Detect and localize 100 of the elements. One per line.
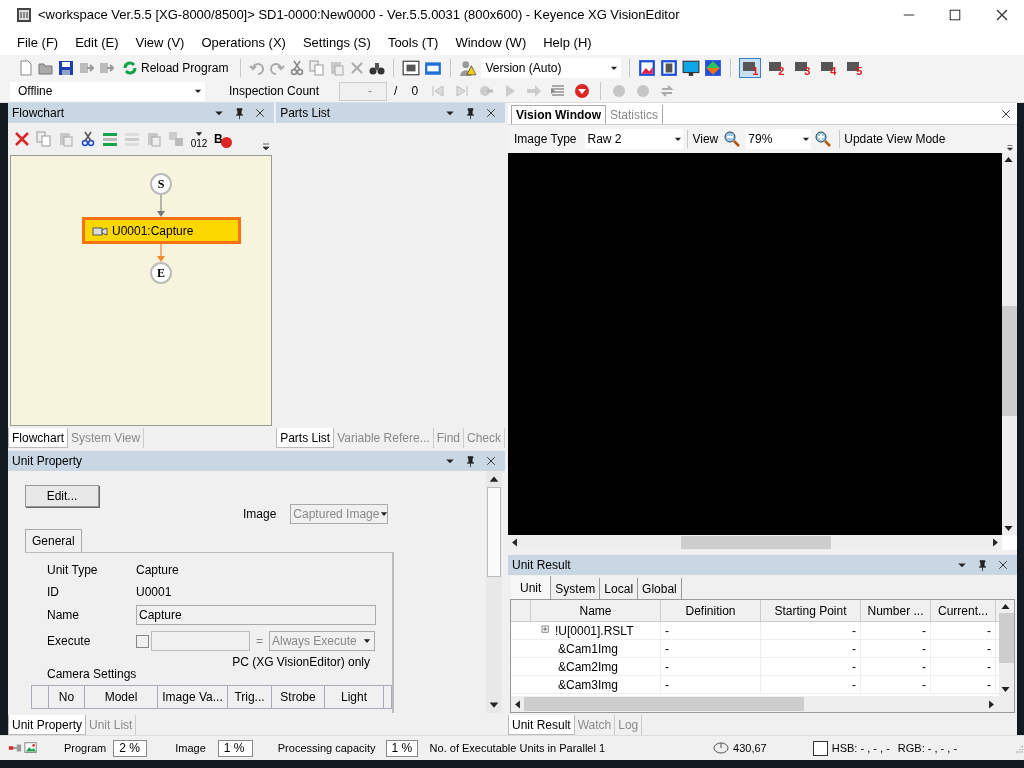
inspection-count-label: Inspection Count (229, 83, 320, 100)
film-icon[interactable] (402, 58, 421, 77)
column-header: Starting Point (761, 600, 861, 621)
status-label: Image (175, 740, 206, 756)
table-cell-text: - (922, 640, 926, 658)
column-header: Model (85, 686, 158, 708)
breakpoint-button[interactable]: B (214, 130, 232, 148)
menu-item[interactable]: Window (W) (455, 32, 527, 53)
panel-tab[interactable]: Unit Property (8, 715, 87, 735)
save-icon[interactable] (58, 59, 74, 76)
pin-icon[interactable] (976, 558, 989, 572)
scroll-thumb[interactable] (524, 697, 804, 711)
close-icon[interactable] (485, 107, 497, 119)
dot-icon[interactable] (611, 83, 628, 99)
warning-user-icon[interactable] (459, 58, 478, 77)
status-value: 1 % (217, 739, 253, 757)
table-cell-text: - (922, 622, 926, 640)
stop-icon[interactable] (574, 83, 591, 99)
image-window-icon[interactable] (638, 58, 657, 77)
cross-icon[interactable] (14, 131, 30, 147)
scrollbar[interactable] (511, 696, 1014, 712)
vision-tab[interactable]: Vision Window (511, 105, 606, 124)
cut-icon[interactable] (80, 131, 96, 147)
color-diamond-icon[interactable] (704, 58, 723, 77)
menu-item[interactable]: Edit (E) (75, 32, 119, 53)
insert-icon[interactable] (102, 131, 118, 147)
condition-field[interactable] (151, 631, 250, 651)
status-text: No. of Executable Units in Parallel 1 (429, 740, 606, 756)
equals-sign: = (256, 633, 263, 650)
menu-item[interactable]: Settings (S) (302, 32, 371, 53)
field-label: Name (47, 607, 80, 624)
reload-button[interactable]: Reload Program (118, 58, 233, 77)
scissors-icon[interactable] (289, 59, 306, 76)
zoom-in-icon[interactable] (815, 131, 832, 147)
result-tab[interactable]: Unit (511, 576, 552, 599)
menu-item[interactable]: Help (H) (543, 32, 592, 53)
vision-tab[interactable]: Statistics (606, 105, 664, 124)
name-field[interactable]: Capture (136, 605, 376, 625)
update-view-button[interactable]: Update View Mode (844, 130, 946, 148)
panel-tab[interactable]: Unit Result (508, 715, 575, 735)
zoom-dropdown[interactable]: 79% (746, 129, 812, 149)
end-node[interactable]: E (150, 262, 172, 284)
maximize-icon[interactable] (948, 8, 962, 22)
scrollbar[interactable] (486, 471, 502, 713)
column-header: Trig... (228, 686, 272, 708)
edit-button[interactable]: Edit... (25, 485, 99, 507)
window-title: <workspace Ver.5.5 [XG-8000/8500]> SD1-0000:New0000 - Ver.5.5.0031 (800x600) - Keyence XG VisionEditor (38, 6, 681, 25)
scroll-thumb[interactable] (487, 487, 501, 577)
panel-window-icon[interactable] (660, 58, 679, 77)
section-label: Camera Settings (47, 666, 138, 683)
close-icon[interactable] (485, 455, 497, 467)
column-header: Image Va... (158, 686, 228, 708)
photo-icon (24, 741, 38, 755)
scroll-thumb[interactable] (999, 613, 1014, 663)
column-header: Light (325, 686, 384, 708)
close-icon[interactable] (254, 107, 267, 119)
field-label: Unit Type (47, 562, 99, 579)
table-cell-text: - (665, 640, 669, 658)
menu-item[interactable]: View (V) (135, 32, 185, 53)
numbering-button[interactable]: 012 (190, 129, 208, 149)
close-icon[interactable] (997, 559, 1009, 571)
table-cell-text: - (852, 658, 856, 676)
table-cell-text: - (665, 622, 669, 640)
image-type-dropdown[interactable]: Raw 2 (585, 129, 684, 149)
table-cell-text: - (987, 622, 991, 640)
mode-dropdown[interactable]: Offline (10, 81, 205, 101)
column-header: Definition (661, 600, 761, 621)
table-cell-text: - (987, 676, 991, 694)
overflow-icon[interactable] (1005, 143, 1015, 153)
version-dropdown[interactable]: Version (Auto) (481, 57, 622, 78)
view-label: View (692, 131, 719, 148)
unit-node[interactable]: U0001:Capture (82, 217, 241, 244)
execute-checkbox[interactable] (136, 634, 149, 648)
list-icon[interactable] (550, 83, 567, 99)
rgb-value: RGB: - , - , - (897, 740, 958, 756)
menu-item[interactable]: File (F) (17, 32, 59, 53)
table-cell-text: - (665, 676, 669, 694)
pin-icon[interactable] (464, 106, 477, 120)
monitor-icon[interactable] (682, 58, 701, 77)
start-node[interactable]: S (150, 173, 172, 195)
menu-item[interactable]: Tools (T) (387, 32, 439, 53)
panel-tab[interactable]: Parts List (276, 428, 335, 448)
pin-icon[interactable] (464, 454, 477, 468)
table-cell-text: - (852, 622, 856, 640)
dot-icon[interactable] (635, 83, 652, 99)
scrollbar[interactable] (1002, 153, 1017, 535)
close-icon[interactable] (1000, 108, 1012, 120)
scroll-thumb[interactable] (681, 536, 831, 549)
property-tab[interactable]: General (25, 529, 82, 552)
scroll-thumb[interactable] (1002, 306, 1017, 416)
menu-item[interactable]: Operations (X) (201, 32, 286, 53)
plus-box-icon[interactable] (541, 625, 552, 636)
connector-arrow (157, 193, 165, 217)
close-icon[interactable] (994, 7, 1010, 23)
panel-tab[interactable]: Flowchart (8, 428, 68, 448)
mouse-icon (713, 740, 730, 756)
table-cell-text: - (987, 658, 991, 676)
scrollbar[interactable] (999, 600, 1014, 696)
zoom-out-icon[interactable] (724, 131, 741, 147)
color-swatch (812, 740, 828, 756)
